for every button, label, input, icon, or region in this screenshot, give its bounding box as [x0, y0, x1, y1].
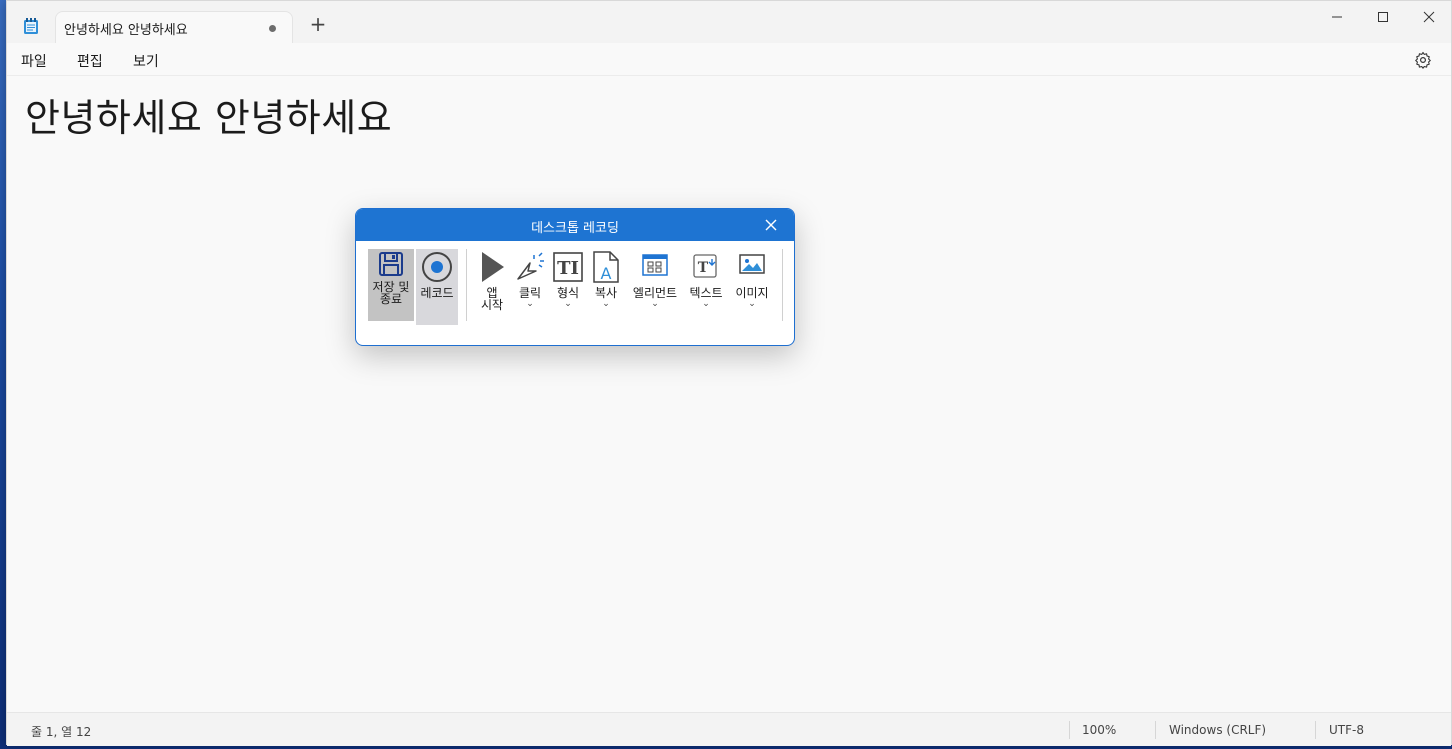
click-label: 클릭: [518, 286, 542, 300]
toolbar-divider: [466, 249, 467, 321]
text-label: 텍스트: [689, 286, 723, 300]
text-extract-icon: T: [693, 254, 717, 278]
image-button[interactable]: 이미지 ⌄: [730, 249, 774, 323]
title-bar: 안녕하세요 안녕하세요 +: [7, 1, 1451, 43]
chevron-down-icon[interactable]: ⌄: [550, 300, 586, 309]
menu-view[interactable]: 보기: [133, 51, 159, 71]
settings-gear-icon[interactable]: [1414, 51, 1432, 69]
close-icon: [1423, 11, 1435, 23]
editor-content[interactable]: 안녕하세요 안녕하세요: [25, 87, 392, 142]
new-tab-button[interactable]: +: [309, 14, 327, 34]
click-button[interactable]: 클릭 ⌄: [512, 249, 548, 323]
svg-text:A: A: [601, 264, 612, 283]
start-app-button[interactable]: 앱 시작: [472, 249, 512, 323]
text-button[interactable]: T 텍스트 ⌄: [684, 249, 728, 323]
type-label: 형식: [556, 286, 580, 300]
close-icon[interactable]: [764, 218, 778, 232]
toolbar-divider: [782, 249, 783, 321]
copy-button[interactable]: A 복사 ⌄: [588, 249, 624, 323]
status-divider: [1315, 721, 1316, 739]
menu-file[interactable]: 파일: [21, 51, 47, 71]
record-icon: [422, 252, 452, 282]
notepad-window: 안녕하세요 안녕하세요 + 파일 편집 보기 안녕하세요 안녕하세요 줄 1, …: [6, 0, 1452, 746]
play-icon: [482, 252, 504, 282]
cursor-click-icon: [517, 252, 544, 280]
desktop-recorder-dialog: 데스크톱 레코딩 저장 및 종료 레코드 앱 시작 클릭 ⌄ TI 형식 ⌄ A…: [355, 208, 795, 346]
image-label: 이미지: [735, 286, 769, 300]
save-label-line2: 종료: [379, 292, 403, 306]
svg-text:T: T: [698, 260, 709, 276]
status-divider: [1155, 721, 1156, 739]
document-copy-icon: A: [593, 251, 619, 283]
recorder-toolbar: 저장 및 종료 레코드 앱 시작 클릭 ⌄ TI 형식 ⌄ A 복사 ⌄ 엘리먼…: [356, 241, 794, 345]
menu-bar: 파일 편집 보기: [7, 43, 1451, 76]
record-button[interactable]: 레코드: [416, 249, 458, 325]
svg-text:TI: TI: [557, 258, 579, 279]
chevron-down-icon[interactable]: ⌄: [588, 300, 624, 309]
tab-document[interactable]: 안녕하세요 안녕하세요: [55, 11, 293, 43]
status-divider: [1069, 721, 1070, 739]
text-input-icon: TI: [553, 252, 583, 282]
element-window-icon: [642, 254, 668, 276]
chevron-down-icon[interactable]: ⌄: [730, 300, 774, 309]
status-bar: 줄 1, 열 12 100% Windows (CRLF) UTF-8: [7, 712, 1451, 746]
maximize-icon: [1378, 12, 1388, 22]
image-icon: [739, 254, 765, 274]
text-editor[interactable]: 안녕하세요 안녕하세요: [7, 77, 1451, 711]
start-app-label-line2: 시작: [480, 298, 504, 312]
unsaved-indicator-icon[interactable]: [269, 25, 276, 32]
chevron-down-icon[interactable]: ⌄: [628, 300, 682, 309]
zoom-level[interactable]: 100%: [1082, 723, 1116, 737]
maximize-button[interactable]: [1360, 5, 1406, 29]
element-label: 엘리먼트: [632, 286, 678, 300]
line-ending[interactable]: Windows (CRLF): [1169, 723, 1266, 737]
chevron-down-icon[interactable]: ⌄: [512, 300, 548, 309]
save-and-exit-button[interactable]: 저장 및 종료: [368, 249, 414, 321]
record-label: 레코드: [420, 286, 454, 300]
cursor-position: 줄 1, 열 12: [31, 725, 92, 739]
element-button[interactable]: 엘리먼트 ⌄: [628, 249, 682, 323]
recorder-title: 데스크톱 레코딩: [531, 221, 619, 236]
encoding[interactable]: UTF-8: [1329, 723, 1364, 737]
minimize-icon: [1332, 16, 1342, 18]
copy-label: 복사: [594, 286, 618, 300]
menu-edit[interactable]: 편집: [77, 51, 103, 71]
chevron-down-icon[interactable]: ⌄: [684, 300, 728, 309]
minimize-button[interactable]: [1314, 5, 1360, 29]
tab-title: 안녕하세요 안녕하세요: [64, 23, 188, 38]
notepad-app-icon: [24, 18, 38, 34]
close-window-button[interactable]: [1406, 5, 1452, 29]
floppy-disk-icon: [379, 252, 403, 276]
recorder-header[interactable]: 데스크톱 레코딩: [356, 209, 794, 241]
type-button[interactable]: TI 형식 ⌄: [550, 249, 586, 323]
